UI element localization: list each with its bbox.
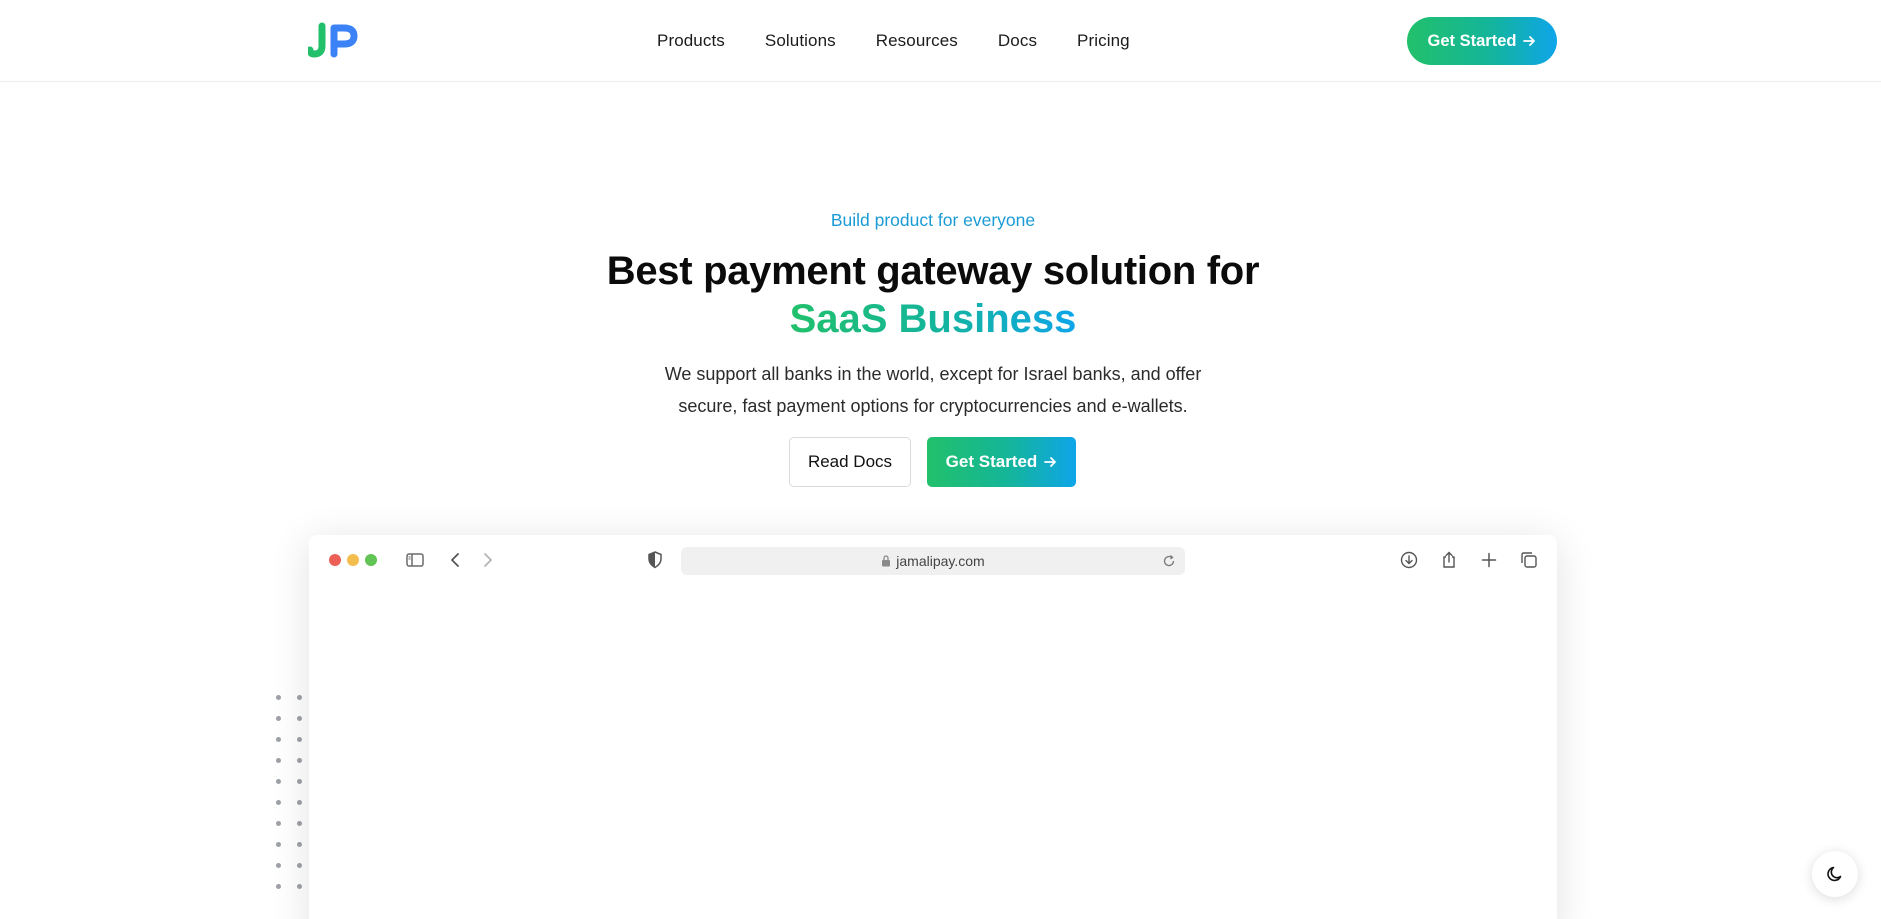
- share-icon[interactable]: [1438, 549, 1460, 571]
- theme-toggle-button[interactable]: [1812, 851, 1858, 897]
- lock-icon: [882, 555, 891, 567]
- download-icon[interactable]: [1398, 549, 1420, 571]
- browser-mockup: jamalipay.com: [309, 535, 1557, 919]
- nav-link-docs[interactable]: Docs: [998, 31, 1037, 51]
- hero-subtext-line-2: secure, fast payment options for cryptoc…: [678, 396, 1188, 416]
- pattern-dot: [297, 800, 302, 805]
- arrow-right-icon: [1523, 36, 1536, 46]
- pattern-dot: [297, 737, 302, 742]
- pattern-dot: [276, 842, 281, 847]
- moon-icon: [1827, 866, 1842, 882]
- shield-icon[interactable]: [644, 549, 666, 571]
- pattern-dot: [297, 716, 302, 721]
- pattern-dot: [297, 821, 302, 826]
- pattern-dot: [276, 884, 281, 889]
- pattern-dot: [297, 842, 302, 847]
- pattern-dot: [276, 737, 281, 742]
- browser-toolbar: jamalipay.com: [309, 535, 1557, 585]
- logo[interactable]: [308, 22, 360, 58]
- close-dot: [329, 554, 341, 566]
- hero-headline-accent-text: SaaS Business: [789, 297, 1077, 341]
- pattern-dot: [297, 758, 302, 763]
- hero-subtext: We support all banks in the world, excep…: [0, 358, 1866, 422]
- nav-get-started-button[interactable]: Get Started: [1407, 17, 1557, 65]
- nav-link-resources[interactable]: Resources: [876, 31, 958, 51]
- nav-links: Products Solutions Resources Docs Pricin…: [657, 0, 1130, 82]
- pattern-dot: [276, 863, 281, 868]
- pattern-dot: [276, 779, 281, 784]
- back-icon[interactable]: [445, 549, 467, 571]
- dot-pattern: [276, 695, 306, 895]
- forward-icon[interactable]: [476, 549, 498, 571]
- arrow-right-icon: [1044, 457, 1057, 467]
- nav-link-solutions[interactable]: Solutions: [765, 31, 836, 51]
- nav-get-started-label: Get Started: [1427, 31, 1517, 50]
- pattern-dot: [297, 779, 302, 784]
- tabs-icon[interactable]: [1518, 549, 1540, 571]
- minimize-dot: [347, 554, 359, 566]
- hero-headline-accent: SaaS Business: [0, 294, 1866, 344]
- sidebar-icon[interactable]: [404, 549, 426, 571]
- hero-get-started-label: Get Started: [945, 452, 1038, 471]
- reload-icon[interactable]: [1161, 553, 1177, 569]
- pattern-dot: [297, 884, 302, 889]
- maximize-dot: [365, 554, 377, 566]
- hero-subtext-line-1: We support all banks in the world, excep…: [664, 364, 1202, 384]
- pattern-dot: [297, 863, 302, 868]
- hero-get-started-button[interactable]: Get Started: [927, 437, 1076, 487]
- hero-headline: Best payment gateway solution for: [606, 249, 1260, 293]
- url-bar[interactable]: jamalipay.com: [681, 547, 1185, 575]
- navbar: Products Solutions Resources Docs Pricin…: [0, 0, 1881, 82]
- pattern-dot: [276, 821, 281, 826]
- nav-link-pricing[interactable]: Pricing: [1077, 31, 1130, 51]
- url-text: jamalipay.com: [896, 553, 985, 569]
- read-docs-button[interactable]: Read Docs: [789, 437, 911, 487]
- new-tab-icon[interactable]: [1478, 549, 1500, 571]
- pattern-dot: [297, 695, 302, 700]
- pattern-dot: [276, 695, 281, 700]
- logo-icon: [308, 22, 358, 58]
- pattern-dot: [276, 800, 281, 805]
- nav-link-products[interactable]: Products: [657, 31, 725, 51]
- pattern-dot: [276, 716, 281, 721]
- hero-eyebrow: Build product for everyone: [830, 210, 1036, 230]
- pattern-dot: [276, 758, 281, 763]
